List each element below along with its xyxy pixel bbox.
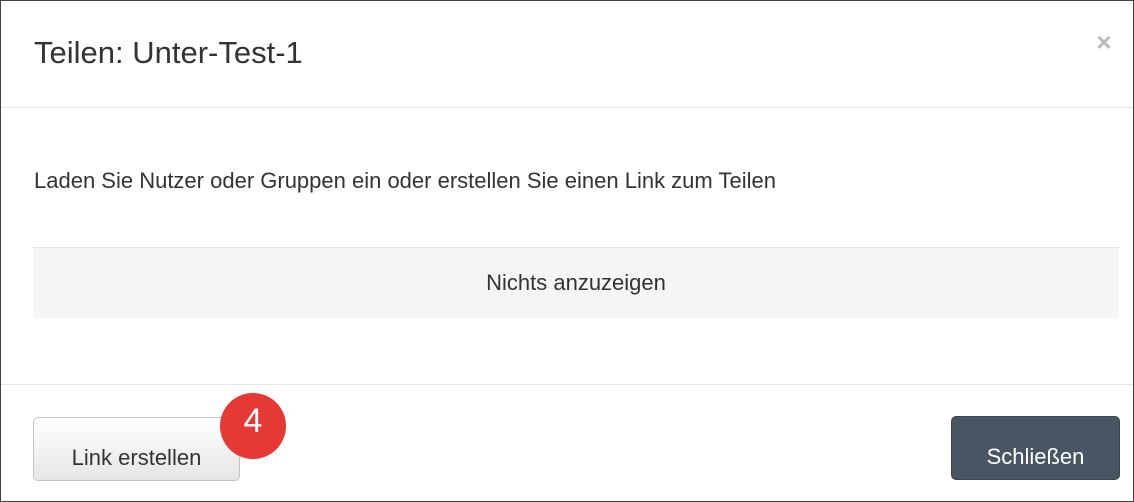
close-icon[interactable]: × bbox=[1089, 27, 1119, 57]
empty-share-list: Nichts anzuzeigen bbox=[33, 247, 1119, 318]
dialog-title: Teilen: Unter-Test-1 bbox=[34, 35, 303, 70]
share-dialog: Teilen: Unter-Test-1 × Laden Sie Nutzer … bbox=[0, 0, 1134, 502]
dialog-body: Laden Sie Nutzer oder Gruppen ein oder e… bbox=[1, 108, 1133, 384]
step-badge: 4 bbox=[220, 393, 286, 459]
empty-message: Nichts anzuzeigen bbox=[486, 270, 666, 295]
close-button[interactable]: Schließen bbox=[951, 416, 1120, 480]
dialog-header: Teilen: Unter-Test-1 × bbox=[1, 1, 1133, 108]
dialog-footer: Link erstellen Schließen bbox=[1, 384, 1133, 502]
create-link-button[interactable]: Link erstellen bbox=[33, 417, 240, 481]
intro-text: Laden Sie Nutzer oder Gruppen ein oder e… bbox=[34, 168, 776, 193]
